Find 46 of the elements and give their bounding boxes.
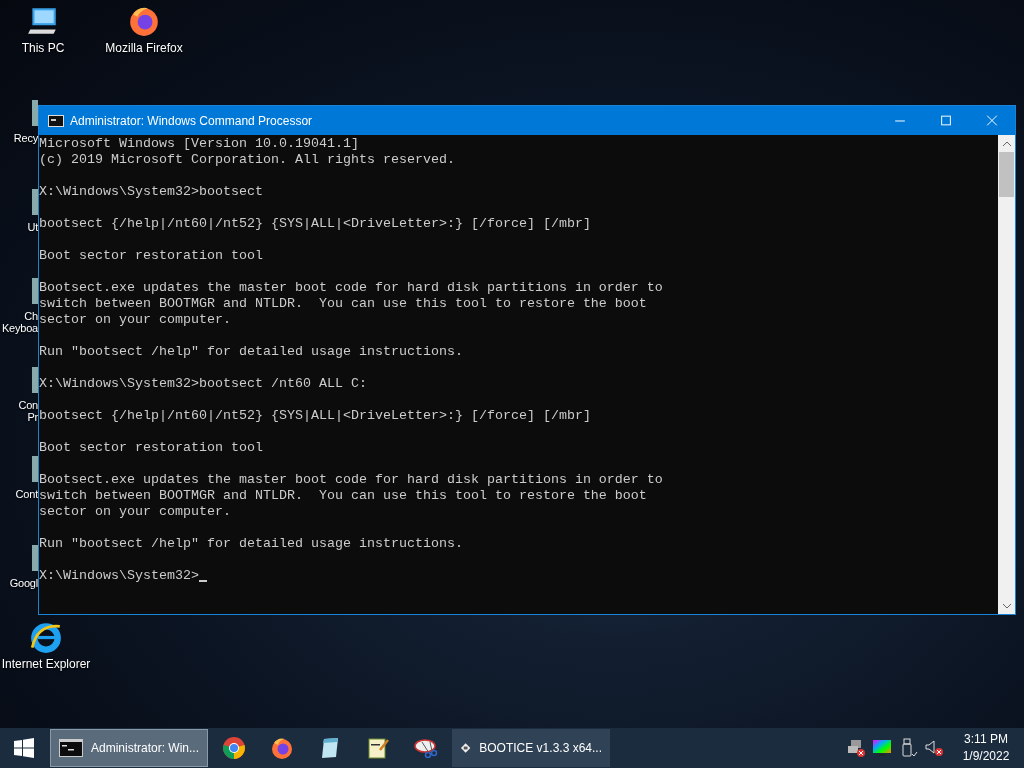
icon-label[interactable]: Ut bbox=[27, 221, 38, 233]
icon-label[interactable]: Googl bbox=[9, 577, 38, 589]
icon-label[interactable]: Pr bbox=[27, 411, 38, 423]
icon-label[interactable]: Mozilla Firefox bbox=[105, 41, 183, 55]
console-line: bootsect {/help|/nt60|/nt52} {SYS|ALL|<DriveLetter>:} [/force] [/mbr] bbox=[39, 216, 591, 232]
internet-explorer-icon[interactable] bbox=[29, 620, 63, 654]
console-line: X:\Windows\System32>bootsect bbox=[39, 184, 263, 200]
console-line: (c) 2019 Microsoft Corporation. All rights reserved. bbox=[39, 152, 455, 168]
icon-label[interactable]: Internet Explorer bbox=[1, 657, 91, 671]
display-color-icon[interactable] bbox=[872, 738, 892, 758]
muted-speaker-icon[interactable] bbox=[924, 738, 944, 758]
windows-logo-icon[interactable] bbox=[14, 738, 34, 758]
icon-label[interactable]: Con bbox=[18, 399, 38, 411]
scrollbar[interactable] bbox=[998, 135, 1015, 614]
clock-time[interactable]: 3:11 PM bbox=[964, 731, 1008, 748]
icon-label[interactable]: Keyboa bbox=[1, 322, 38, 334]
scroll-thumb[interactable] bbox=[999, 152, 1014, 197]
console-line: sector on your computer. bbox=[39, 504, 231, 520]
console-line: Run "bootsect /help" for detailed usage instructions. bbox=[39, 344, 463, 360]
network-error-icon[interactable] bbox=[846, 738, 866, 758]
console-line: switch between BOOTMGR and NTLDR. You can use this tool to restore the boot bbox=[39, 296, 647, 312]
console-icon bbox=[48, 114, 64, 127]
icon-label[interactable]: Ch bbox=[24, 310, 38, 322]
taskbar-button[interactable]: BOOTICE v1.3.3 x64... bbox=[452, 729, 610, 767]
taskbar-button[interactable]: Administrator: Win... bbox=[50, 729, 208, 767]
icon-label[interactable]: Cont bbox=[15, 488, 38, 500]
console-line: Microsoft Windows [Version 10.0.19041.1] bbox=[39, 136, 359, 152]
console-line: switch between BOOTMGR and NTLDR. You can use this tool to restore the boot bbox=[39, 488, 647, 504]
console-line: Bootsect.exe updates the master boot code for hard disk partitions in order to bbox=[39, 280, 663, 296]
console-line: Bootsect.exe updates the master boot code for hard disk partitions in order to bbox=[39, 472, 663, 488]
icon-label[interactable]: Recy bbox=[13, 132, 38, 144]
console-line: Boot sector restoration tool bbox=[39, 440, 263, 456]
console-line: bootsect {/help|/nt60|/nt52} {SYS|ALL|<DriveLetter>:} [/force] [/mbr] bbox=[39, 408, 591, 424]
firefox-icon[interactable] bbox=[270, 736, 294, 760]
console-line: sector on your computer. bbox=[39, 312, 231, 328]
scissors-icon[interactable] bbox=[414, 736, 438, 760]
chrome-icon[interactable] bbox=[222, 736, 246, 760]
window-title: Administrator: Windows Command Processor bbox=[70, 113, 313, 128]
console-line: X:\Windows\System32> bbox=[39, 568, 199, 584]
notepad-icon[interactable] bbox=[366, 736, 390, 760]
console-line: X:\Windows\System32>bootsect /nt60 ALL C: bbox=[39, 376, 367, 392]
clock-date[interactable]: 1/9/2022 bbox=[962, 748, 1010, 765]
console-icon[interactable] bbox=[59, 739, 83, 757]
console-line: Boot sector restoration tool bbox=[39, 248, 263, 264]
console-line: Run "bootsect /help" for detailed usage instructions. bbox=[39, 536, 463, 552]
icon-label[interactable]: This PC bbox=[21, 41, 65, 55]
